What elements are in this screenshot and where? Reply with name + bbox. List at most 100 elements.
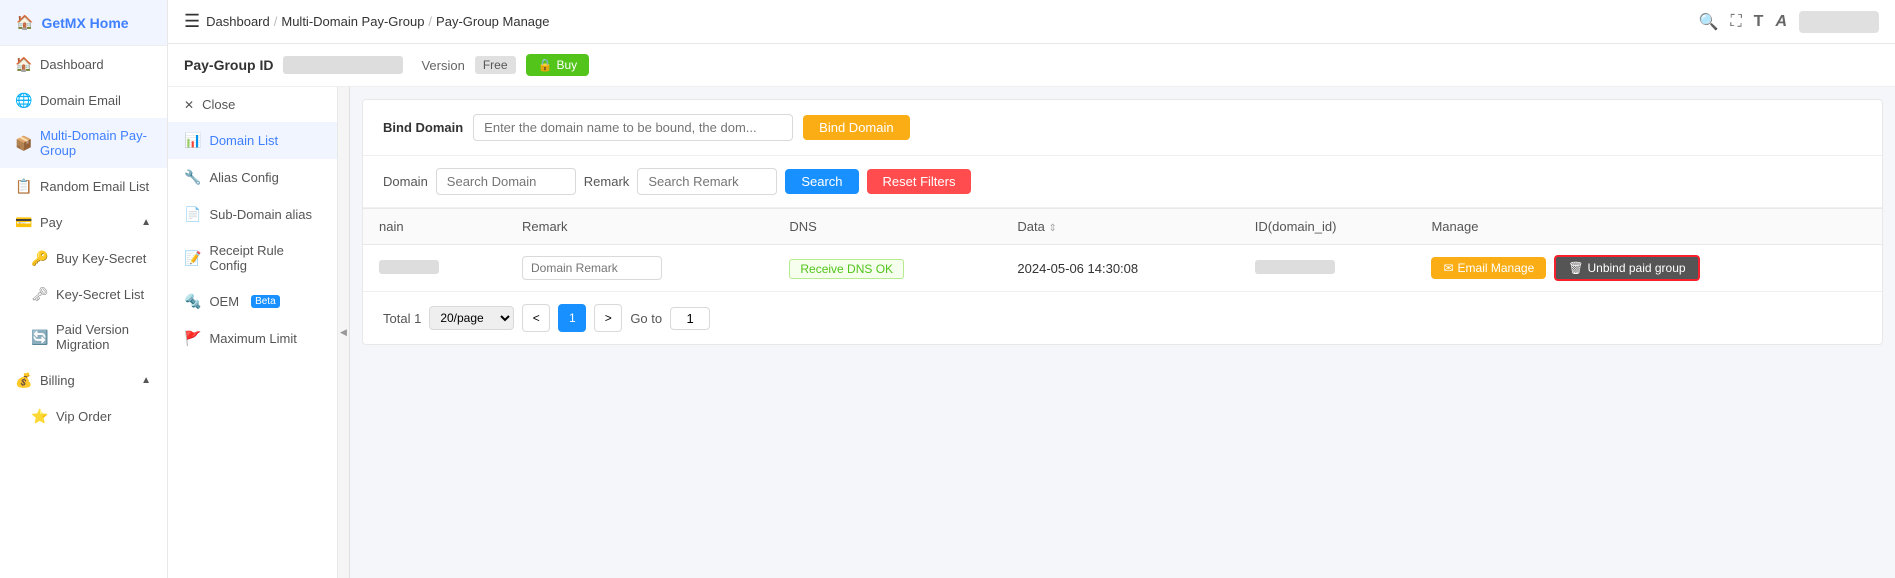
sidebar-item-dashboard[interactable]: 🏠 Dashboard (0, 46, 167, 82)
billing-icon: 💰 (16, 372, 32, 388)
sub-nav-sub-domain-alias[interactable]: 📄 Sub-Domain alias (168, 196, 337, 233)
sidebar-item-multi-domain[interactable]: 📦 Multi-Domain Pay-Group (0, 118, 167, 168)
sidebar: 🏠 GetMX Home 🏠 Dashboard 🌐 Domain Email … (0, 0, 168, 578)
close-icon: ✕ (184, 98, 194, 112)
search-row: Domain Remark Search Reset Filters (363, 156, 1882, 208)
sidebar-item-domain-email[interactable]: 🌐 Domain Email (0, 82, 167, 118)
domain-cell (363, 245, 506, 292)
domain-email-icon: 🌐 (16, 92, 32, 108)
col-remark: Remark (506, 209, 773, 245)
bind-domain-row: Bind Domain Bind Domain (363, 100, 1882, 156)
dns-status-badge: Receive DNS OK (789, 259, 904, 279)
billing-arrow: ▲ (141, 375, 151, 386)
user-avatar[interactable] (1799, 11, 1879, 33)
remark-cell (506, 245, 773, 292)
table-wrapper: nain Remark DNS Data ⇕ ID(domain_id) Man… (363, 208, 1882, 292)
pay-group-id-label: Pay-Group ID (184, 57, 273, 73)
domain-table: nain Remark DNS Data ⇕ ID(domain_id) Man… (363, 209, 1882, 292)
pagination-prev-button[interactable]: < (522, 304, 550, 332)
pay-group-bar: Pay-Group ID Version Free 🔒 Buy (168, 44, 1895, 87)
collapse-chevron-icon: ◀ (340, 327, 347, 338)
sub-nav-close[interactable]: ✕ Close (168, 87, 337, 122)
text-icon[interactable]: T (1754, 13, 1764, 31)
data-cell: 2024-05-06 14:30:08 (1001, 245, 1238, 292)
breadcrumb-sep-2: / (428, 14, 432, 29)
receipt-rule-icon: 📝 (184, 250, 201, 267)
font-icon[interactable]: A (1775, 13, 1787, 31)
maximum-limit-icon: 🚩 (184, 330, 201, 347)
topbar-left: ☰ Dashboard / Multi-Domain Pay-Group / P… (184, 11, 550, 32)
col-domain: nain (363, 209, 506, 245)
reset-filters-button[interactable]: Reset Filters (867, 169, 972, 194)
breadcrumb-sep-1: / (274, 14, 278, 29)
breadcrumb-current: Pay-Group Manage (436, 14, 549, 29)
lock-icon: 🔒 (538, 58, 553, 72)
email-manage-button[interactable]: ✉ Email Manage (1431, 257, 1546, 279)
id-placeholder (1255, 260, 1335, 274)
sub-nav-receipt-rule-config[interactable]: 📝 Receipt Rule Config (168, 233, 337, 283)
sidebar-item-random-email[interactable]: 📋 Random Email List (0, 168, 167, 204)
beta-badge: Beta (251, 295, 280, 308)
pagination-page-1-button[interactable]: 1 (558, 304, 586, 332)
sub-nav-alias-config[interactable]: 🔧 Alias Config (168, 159, 337, 196)
breadcrumb: Dashboard / Multi-Domain Pay-Group / Pay… (206, 14, 549, 29)
sidebar-item-key-secret-list[interactable]: 🗝 Key-Secret List (0, 276, 167, 312)
id-cell (1239, 245, 1416, 292)
manage-actions: ✉ Email Manage 🗑 Unbind paid group (1431, 255, 1866, 281)
buy-button[interactable]: 🔒 Buy (526, 54, 590, 76)
sidebar-item-paid-version-migration[interactable]: 🔄 Paid Version Migration (0, 312, 167, 362)
vip-order-icon: ⭐ (32, 408, 48, 424)
search-button[interactable]: Search (785, 169, 858, 194)
multi-domain-icon: 📦 (16, 135, 32, 151)
goto-label: Go to (630, 311, 662, 326)
home-icon: 🏠 (16, 14, 33, 31)
page-size-select[interactable]: 20/page 10/page 50/page 100/page (429, 306, 514, 330)
sub-nav-oem[interactable]: 🔩 OEM Beta (168, 283, 337, 320)
goto-page-input[interactable] (670, 307, 710, 330)
dashboard-icon: 🏠 (16, 56, 32, 72)
sub-domain-alias-icon: 📄 (184, 206, 201, 223)
col-id: ID(domain_id) (1239, 209, 1416, 245)
domain-search-input[interactable] (436, 168, 576, 195)
breadcrumb-dashboard[interactable]: Dashboard (206, 14, 270, 29)
paid-version-migration-icon: 🔄 (32, 329, 48, 345)
email-icon: ✉ (1443, 261, 1453, 275)
alias-config-icon: 🔧 (184, 169, 201, 186)
table-row: Receive DNS OK 2024-05-06 14:30:08 (363, 245, 1882, 292)
dns-cell: Receive DNS OK (773, 245, 1001, 292)
pagination-total: Total 1 (383, 311, 421, 326)
topbar-icons: 🔍 ⛶ T A (1699, 11, 1879, 33)
remark-search-label: Remark (584, 174, 630, 189)
breadcrumb-multi-domain[interactable]: Multi-Domain Pay-Group (281, 14, 424, 29)
main-panel: Bind Domain Bind Domain Domain Remark Se… (362, 99, 1883, 345)
data-sort-icon[interactable]: ⇕ (1049, 223, 1057, 234)
bind-domain-button[interactable]: Bind Domain (803, 115, 909, 140)
sub-nav-collapse-handle[interactable]: ◀ (338, 87, 350, 578)
bind-domain-label: Bind Domain (383, 120, 463, 135)
free-badge: Free (475, 56, 516, 74)
sub-nav-maximum-limit[interactable]: 🚩 Maximum Limit (168, 320, 337, 357)
remark-input[interactable] (522, 256, 662, 280)
pagination-next-button[interactable]: > (594, 304, 622, 332)
main-area: ☰ Dashboard / Multi-Domain Pay-Group / P… (168, 0, 1895, 578)
bind-domain-input[interactable] (473, 114, 793, 141)
sidebar-item-billing[interactable]: 💰 Billing ▲ (0, 362, 167, 398)
key-secret-list-icon: 🗝 (32, 286, 48, 302)
hamburger-icon[interactable]: ☰ (184, 11, 200, 32)
remark-search-input[interactable] (637, 168, 777, 195)
search-icon[interactable]: 🔍 (1699, 12, 1719, 32)
col-dns: DNS (773, 209, 1001, 245)
domain-list-icon: 📊 (184, 132, 201, 149)
fullscreen-icon[interactable]: ⛶ (1730, 13, 1741, 31)
sub-nav-domain-list[interactable]: 📊 Domain List (168, 122, 337, 159)
trash-icon: 🗑 (1568, 261, 1583, 275)
pay-icon: 💳 (16, 214, 32, 230)
sidebar-item-buy-key-secret[interactable]: 🔑 Buy Key-Secret (0, 240, 167, 276)
sidebar-item-vip-order[interactable]: ⭐ Vip Order (0, 398, 167, 434)
manage-cell: ✉ Email Manage 🗑 Unbind paid group (1415, 245, 1882, 292)
sidebar-item-pay[interactable]: 💳 Pay ▲ (0, 204, 167, 240)
sidebar-logo[interactable]: 🏠 GetMX Home (0, 0, 167, 46)
unbind-paid-group-button[interactable]: 🗑 Unbind paid group (1554, 255, 1699, 281)
random-email-icon: 📋 (16, 178, 32, 194)
version-label: Version (421, 58, 464, 73)
